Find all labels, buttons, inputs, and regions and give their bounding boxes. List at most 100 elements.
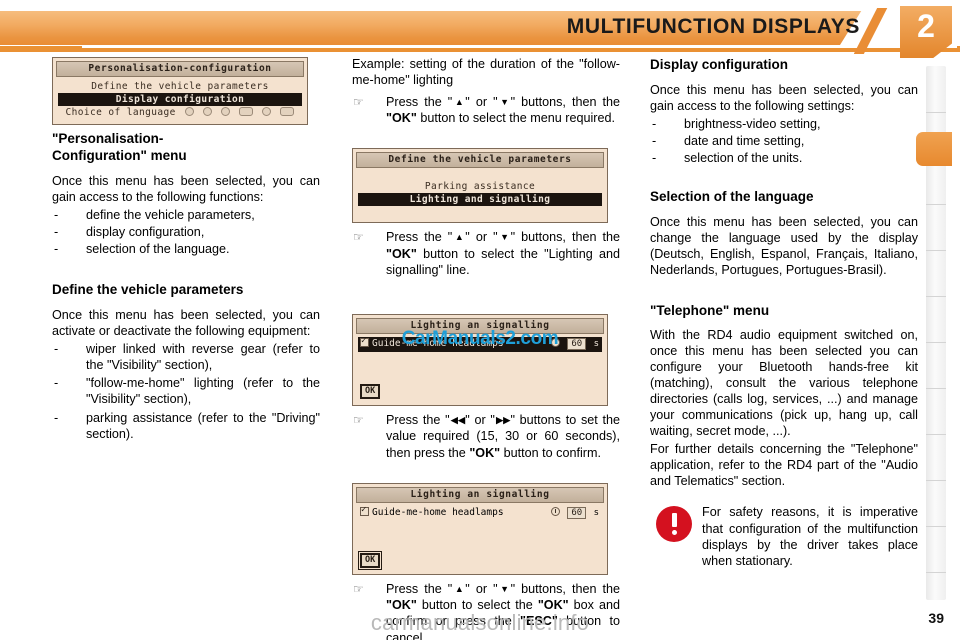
section-heading-define-vehicle-parameters: Define the vehicle parameters xyxy=(52,281,244,297)
list-item-text: parking assistance (refer to the "Drivin… xyxy=(86,411,320,442)
ok-button[interactable]: OK xyxy=(357,550,383,570)
pointing-hand-icon: ☞ xyxy=(353,230,364,245)
display-screen-vehicle-parameters: Define the vehicle parameters Parking as… xyxy=(352,148,608,224)
section-tab-active[interactable] xyxy=(916,132,952,166)
flag-icon xyxy=(221,107,231,116)
list-item-text: define the vehicle parameters, xyxy=(86,207,255,222)
option-label: Guide-me-home headlamps xyxy=(372,338,504,350)
dash-marker: - xyxy=(652,133,657,148)
list-item: - parking assistance (refer to the "Drivi… xyxy=(52,411,320,443)
step-text: " or " xyxy=(465,413,495,428)
header-slash-decoration xyxy=(854,8,894,54)
telephone-body-1: With the RD4 audio equipment switched on… xyxy=(650,328,918,439)
flag-icon xyxy=(202,107,212,116)
ok-button-ref: "OK" xyxy=(386,111,417,126)
screen-title: Lighting an signalling xyxy=(356,318,604,335)
dash-marker: - xyxy=(54,241,59,256)
chapter-number: 2 xyxy=(917,8,935,44)
list-item-text: wiper linked with reverse gear (refer to… xyxy=(86,341,320,372)
list-item: - selection of the language. xyxy=(52,242,320,258)
page-number: 39 xyxy=(928,610,944,626)
list-item-text: "follow-me-home" lighting (refer to the … xyxy=(86,376,320,407)
instruction-step-3: ☞ Press the "◀◀" or "▶▶" buttons to set … xyxy=(352,412,620,461)
display-screen-lighting-selected: Lighting an signalling Guide-me-home hea… xyxy=(352,314,608,407)
dash-marker: - xyxy=(652,116,657,131)
example-intro: Example: setting of the duration of the … xyxy=(352,57,620,87)
safety-warning: For safety reasons, it is imperative tha… xyxy=(650,504,918,569)
checkbox-icon[interactable] xyxy=(360,505,369,516)
menu-item-choice-of-language[interactable]: Choice of language xyxy=(58,106,302,119)
header-rule-bottom xyxy=(0,48,960,52)
list-item-text: selection of the language. xyxy=(86,241,230,256)
list-item: - brightness-video setting, xyxy=(650,117,918,133)
checkbox-icon[interactable] xyxy=(360,336,369,348)
step-text: button to confirm. xyxy=(500,445,601,460)
selection-of-language-body: Once this menu has been selected, you ca… xyxy=(650,214,918,277)
screen-rows: Define the vehicle parameters Display co… xyxy=(56,77,304,121)
down-arrow-icon: ▼ xyxy=(497,232,512,243)
ok-button-ref: "OK" xyxy=(469,445,501,460)
up-arrow-icon: ▲ xyxy=(452,96,466,107)
menu-item-display-configuration[interactable]: Display configuration xyxy=(58,93,302,106)
screen-title: Personalisation-configuration xyxy=(56,61,304,77)
warning-exclamation-icon xyxy=(656,506,692,543)
dash-marker: - xyxy=(54,411,59,426)
forward-arrow-icon: ▶▶ xyxy=(494,415,512,426)
dash-marker: - xyxy=(54,224,59,239)
display-screen-personalisation: Personalisation-configuration Define the… xyxy=(52,57,308,125)
personalisation-function-list: - define the vehicle parameters, - display… xyxy=(52,208,320,258)
right-column: Display configuration Once this menu has… xyxy=(650,57,918,569)
duration-value[interactable]: 60 xyxy=(567,338,587,351)
step-text: Press the " xyxy=(386,94,453,109)
screen-title: Define the vehicle parameters xyxy=(356,152,604,169)
menu-item-lighting-and-signalling[interactable]: Lighting and signalling xyxy=(358,193,602,207)
list-item: - "follow-me-home" lighting (refer to the… xyxy=(52,376,320,408)
instruction-step-1: ☞ Press the "▲" or "▼" buttons, then the… xyxy=(352,94,620,126)
list-item: - selection of the units. xyxy=(650,151,918,167)
down-arrow-icon: ▼ xyxy=(497,96,512,107)
list-item: - wiper linked with reverse gear (refer t… xyxy=(52,342,320,374)
ok-button-ref: "OK" xyxy=(386,598,417,613)
dash-marker: - xyxy=(652,150,657,165)
flag-icon xyxy=(239,107,254,116)
option-label: Guide-me-home headlamps xyxy=(372,506,504,518)
clock-icon xyxy=(550,506,560,516)
section-heading-selection-of-language: Selection of the language xyxy=(650,188,814,204)
screen-rows: Guide-me-home headlamps 60 s OK xyxy=(356,503,604,571)
option-value-group: 60 s xyxy=(550,506,599,519)
step-text: button to select the xyxy=(416,598,538,613)
instruction-step-2: ☞ Press the "▲" or "▼" buttons, then the… xyxy=(352,229,620,278)
ok-box-ref: "OK" xyxy=(537,598,569,613)
down-arrow-icon: ▼ xyxy=(497,583,512,594)
duration-value[interactable]: 60 xyxy=(567,506,587,519)
page-title: MULTIFUNCTION DISPLAYS xyxy=(566,15,860,38)
step-text: " buttons, then the xyxy=(510,94,621,109)
list-item: - display configuration, xyxy=(52,225,320,241)
dash-marker: - xyxy=(54,341,59,356)
telephone-body-2: For further details concerning the "Tele… xyxy=(650,442,918,489)
menu-item-parking-assistance[interactable]: Parking assistance xyxy=(358,180,602,193)
option-value-group: 60 s xyxy=(550,338,599,351)
heading-line-2: Configuration" menu xyxy=(52,147,187,163)
pointing-hand-icon: ☞ xyxy=(353,94,364,109)
duration-unit: s xyxy=(593,339,599,350)
step-text: button to select the menu required. xyxy=(416,111,615,126)
safety-warning-text: For safety reasons, it is imperative tha… xyxy=(702,505,918,569)
screen-rows: Guide-me-home headlamps 60 s OK xyxy=(356,334,604,402)
duration-unit: s xyxy=(593,507,599,518)
section-heading-personalisation: "Personalisation- Configuration" menu xyxy=(52,131,320,165)
display-screen-lighting-confirm: Lighting an signalling Guide-me-home hea… xyxy=(352,482,608,575)
rewind-arrow-icon: ◀◀ xyxy=(449,415,467,426)
up-arrow-icon: ▲ xyxy=(452,232,466,243)
flag-icon xyxy=(280,107,295,116)
step-text: " or " xyxy=(465,230,498,245)
step-text: " or " xyxy=(465,94,498,109)
step-text: Press the " xyxy=(386,230,453,245)
up-arrow-icon: ▲ xyxy=(452,583,466,594)
pointing-hand-icon: ☞ xyxy=(353,581,364,596)
ok-button[interactable]: OK xyxy=(360,384,381,400)
heading-line-1: "Personalisation- xyxy=(52,131,164,146)
option-row-guide-me-home[interactable]: Guide-me-home headlamps 60 s xyxy=(358,336,602,353)
menu-item-define-vehicle-parameters[interactable]: Define the vehicle parameters xyxy=(58,80,302,93)
option-row-guide-me-home[interactable]: Guide-me-home headlamps 60 s xyxy=(358,505,602,521)
